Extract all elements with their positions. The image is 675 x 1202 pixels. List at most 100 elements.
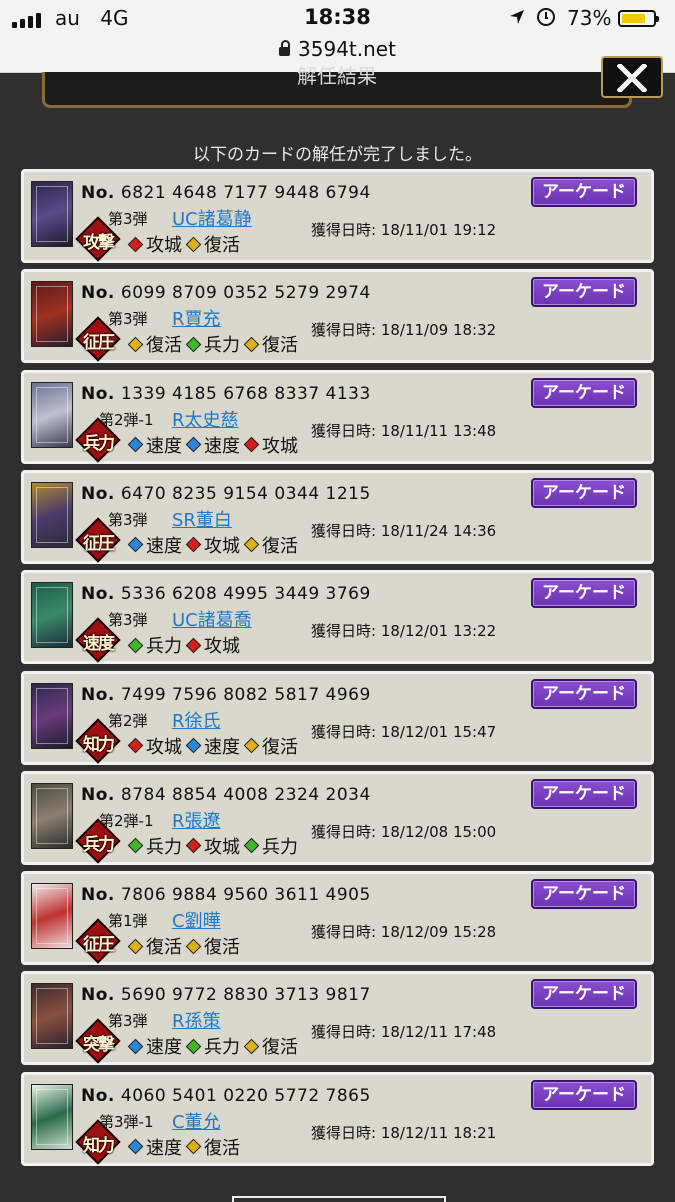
- card-number: No. 6099 8709 0352 5279 2974: [81, 283, 371, 303]
- card-thumbnail[interactable]: [31, 381, 73, 448]
- acquired-label: 獲得日時:: [311, 622, 381, 641]
- skill-gem-icon: [127, 336, 144, 353]
- card-number-value: 1339 4185 6768 8337 4133: [120, 383, 371, 404]
- badge-label: 征圧: [83, 333, 115, 354]
- address-bar[interactable]: 3594t.net: [0, 37, 675, 61]
- acquired-datetime: 獲得日時: 18/11/09 18:32: [311, 319, 496, 340]
- thumbnail-frame: [36, 687, 68, 744]
- skill-item: 速度: [127, 1134, 182, 1160]
- card-thumbnail[interactable]: [31, 582, 73, 649]
- skill-label: 復活: [262, 1037, 298, 1059]
- skill-item: 速度: [127, 432, 182, 458]
- skill-gem-icon: [127, 938, 144, 954]
- card-number-prefix: No.: [81, 985, 115, 1006]
- skill-item: 速度: [127, 532, 182, 558]
- card-thumbnail[interactable]: [31, 983, 73, 1050]
- arcade-button[interactable]: アーケード: [531, 477, 637, 508]
- card-row: No. 5336 6208 4995 3449 3769 第3弾 UC諸葛喬 速度 兵力攻…: [21, 570, 654, 665]
- thumbnail-frame: [36, 386, 68, 443]
- card-thumbnail[interactable]: [31, 481, 73, 548]
- card-thumbnail[interactable]: [31, 782, 73, 849]
- card-row: No. 7499 7596 8082 5817 4969 第2弾 R徐氏 知力 攻城 速度復…: [21, 670, 654, 765]
- skill-gem-icon: [185, 436, 202, 453]
- card-name-link[interactable]: R太史慈: [172, 406, 239, 432]
- skill-item: 兵力: [185, 1033, 240, 1059]
- arcade-button[interactable]: アーケード: [531, 177, 637, 207]
- thumbnail-frame: [36, 1088, 68, 1145]
- card-name-link[interactable]: SR董白: [172, 506, 232, 532]
- next-button-edge[interactable]: [232, 1196, 446, 1202]
- skill-item: 攻城: [185, 532, 240, 558]
- card-number: No. 1339 4185 6768 8337 4133: [81, 384, 371, 404]
- card-name-link[interactable]: R孫策: [172, 1007, 221, 1033]
- close-button[interactable]: [601, 56, 663, 98]
- arcade-button[interactable]: アーケード: [531, 277, 637, 308]
- skill-gem-icon: [185, 737, 202, 754]
- skill-list: 兵力 攻城 兵力: [127, 833, 304, 859]
- thumbnail-frame: [36, 587, 68, 644]
- card-number-value: 5690 9772 8830 3713 9817: [120, 985, 371, 1006]
- badge-label: 知力: [83, 1135, 115, 1156]
- acquired-value: 18/11/01 19:12: [380, 221, 497, 239]
- card-name-link[interactable]: UC諸葛喬: [172, 606, 252, 632]
- skill-label: 復活: [204, 937, 240, 959]
- card-number-value: 8784 8854 4008 2324 2034: [120, 784, 371, 805]
- skill-label: 攻城: [262, 435, 298, 457]
- alarm-clock-icon: [537, 8, 555, 26]
- card-name-link[interactable]: R徐氏: [172, 707, 221, 733]
- skill-gem-icon: [185, 838, 202, 854]
- card-row: No. 4060 5401 0220 5772 7865 第3弾-1 C董允 知力 速度復…: [21, 1071, 654, 1166]
- type-badge: 兵力: [75, 416, 121, 463]
- card-name-link[interactable]: C劉曄: [172, 907, 221, 933]
- skill-item: 復活: [243, 1033, 298, 1059]
- card-number-value: 7499 7596 8082 5817 4969: [120, 684, 371, 705]
- arcade-button[interactable]: アーケード: [531, 377, 637, 408]
- card-thumbnail[interactable]: [31, 682, 73, 749]
- skill-gem-icon: [127, 436, 144, 453]
- card-thumbnail[interactable]: [31, 883, 73, 950]
- skill-list: 速度 攻城 復活: [127, 532, 304, 558]
- arcade-button[interactable]: アーケード: [531, 578, 637, 609]
- skill-label: 兵力: [204, 1037, 240, 1059]
- card-name-link[interactable]: UC諸葛静: [172, 205, 252, 231]
- type-badge: 征圧: [75, 316, 121, 362]
- card-number-prefix: No.: [81, 784, 115, 805]
- type-badge: 知力: [75, 717, 121, 764]
- arcade-button[interactable]: アーケード: [531, 879, 637, 910]
- skill-item: 復活: [243, 331, 298, 357]
- skill-list: 兵力 攻城: [127, 632, 246, 658]
- skill-gem-icon: [243, 336, 260, 353]
- skill-gem-icon: [127, 1138, 144, 1155]
- skill-item: 攻城: [243, 432, 298, 458]
- skill-list: 復活 兵力 復活: [127, 331, 304, 357]
- skill-label: 速度: [146, 535, 182, 557]
- skill-gem-icon: [185, 537, 202, 553]
- skill-list: 速度 速度 攻城: [127, 432, 304, 458]
- location-arrow-icon: [510, 10, 524, 24]
- skill-label: 攻城: [204, 636, 240, 658]
- thumbnail-frame: [36, 787, 68, 844]
- badge-label: 突撃: [83, 1035, 115, 1056]
- acquired-datetime: 獲得日時: 18/12/11 18:21: [311, 1122, 496, 1143]
- skill-label: 速度: [146, 1037, 182, 1059]
- card-number: No. 5336 6208 4995 3449 3769: [81, 584, 371, 604]
- skill-label: 復活: [146, 335, 182, 357]
- card-thumbnail[interactable]: [31, 181, 73, 247]
- skill-label: 速度: [204, 435, 240, 457]
- skill-list: 攻城 速度 復活: [127, 733, 304, 759]
- arcade-button[interactable]: アーケード: [531, 979, 637, 1010]
- acquired-label: 獲得日時:: [311, 923, 381, 942]
- card-thumbnail[interactable]: [31, 281, 73, 348]
- skill-item: 攻城: [185, 833, 240, 859]
- card-name-link[interactable]: R張遼: [172, 807, 221, 833]
- skill-item: 攻城: [127, 231, 182, 257]
- arcade-button[interactable]: アーケード: [531, 778, 637, 809]
- arcade-button[interactable]: アーケード: [531, 678, 637, 709]
- arcade-button[interactable]: アーケード: [531, 1079, 637, 1110]
- skill-label: 復活: [204, 235, 240, 256]
- card-name-link[interactable]: R賈充: [172, 305, 221, 331]
- card-name-link[interactable]: C董允: [172, 1108, 221, 1134]
- skill-item: 復活: [127, 331, 182, 357]
- card-thumbnail[interactable]: [31, 1083, 73, 1150]
- skill-label: 復活: [262, 535, 298, 557]
